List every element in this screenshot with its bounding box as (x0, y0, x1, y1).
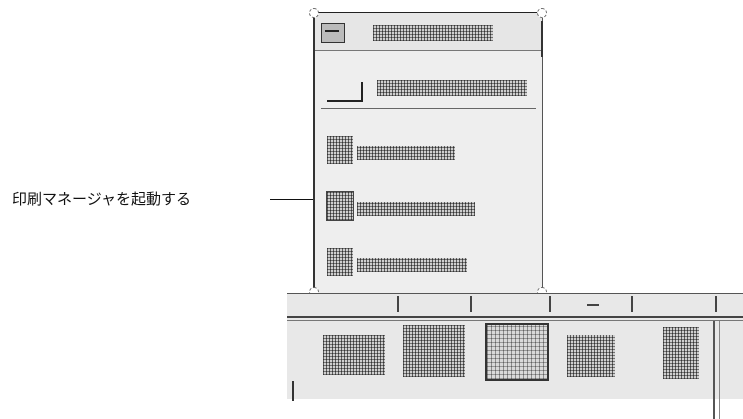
install-icon-label (377, 80, 527, 96)
printers-subpanel (313, 12, 543, 294)
front-panel-control-4[interactable] (567, 335, 615, 377)
front-panel-edge (292, 381, 294, 401)
subpanel-arrow-icon[interactable] (549, 296, 559, 312)
install-icon (327, 82, 363, 102)
subpanel-arrow-icon[interactable] (397, 296, 407, 312)
front-panel (287, 293, 743, 419)
front-panel-control-2[interactable] (403, 325, 465, 377)
corner-marker (537, 8, 547, 18)
subpanel-item-1[interactable] (323, 128, 523, 172)
printer-control[interactable] (485, 323, 549, 381)
front-panel-control-5[interactable] (663, 327, 699, 379)
print-manager-item[interactable] (323, 184, 523, 228)
subpanel-titlebar[interactable] (315, 12, 543, 57)
subpanel-arrow-icon[interactable] (715, 296, 725, 312)
subpanel-arrow-row (287, 294, 743, 318)
subpanel-title-divider (541, 21, 543, 57)
subpanel-arrow-icon[interactable] (631, 296, 641, 312)
subpanel-item-1-label (357, 146, 455, 160)
subpanel-title (373, 25, 493, 41)
printer-icon (327, 248, 353, 276)
print-manager-icon (327, 192, 353, 220)
front-panel-separator (713, 321, 720, 419)
subpanel-menu-icon[interactable] (321, 23, 345, 43)
subpanel-item-3[interactable] (323, 240, 523, 284)
subpanel-item-3-label (357, 258, 467, 272)
corner-marker (309, 8, 319, 18)
front-panel-controls (287, 320, 743, 419)
printer-icon (327, 136, 353, 164)
callout-label: 印刷マネージャを起動する (12, 190, 191, 208)
print-manager-label (357, 202, 475, 216)
front-panel-control-1[interactable] (323, 335, 385, 375)
install-icon-row[interactable] (321, 64, 536, 109)
subpanel-arrow-icon[interactable] (470, 296, 480, 312)
